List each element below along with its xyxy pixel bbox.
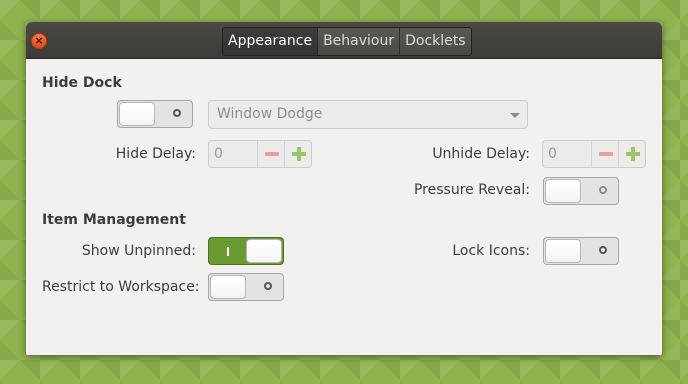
plus-icon-stem <box>296 147 301 161</box>
hide-dock-heading: Hide Dock <box>42 75 122 91</box>
tab-bar: Appearance Behaviour Docklets <box>222 27 472 56</box>
hide-delay-value[interactable]: 0 <box>209 141 258 167</box>
off-indicator-icon <box>264 282 272 290</box>
off-indicator-icon <box>599 246 607 254</box>
tab-docklets[interactable]: Docklets <box>400 28 471 55</box>
hide-delay-increment-button[interactable] <box>285 141 311 167</box>
restrict-workspace-switch[interactable] <box>208 273 284 301</box>
minus-icon <box>264 152 279 156</box>
titlebar: × Appearance Behaviour Docklets <box>26 22 662 59</box>
close-icon[interactable]: × <box>31 33 47 49</box>
restrict-workspace-label: Restrict to Workspace: <box>42 279 200 295</box>
off-indicator-icon <box>599 186 607 194</box>
hide-mode-select[interactable]: Window Dodge <box>208 100 528 129</box>
hide-delay-spinner[interactable]: 0 <box>208 140 312 168</box>
lock-icons-label: Lock Icons: <box>452 243 530 259</box>
off-indicator-icon <box>173 109 181 117</box>
switch-knob <box>545 179 581 203</box>
unhide-delay-spinner[interactable]: 0 <box>542 140 646 168</box>
pressure-reveal-switch[interactable] <box>543 177 619 205</box>
hide-mode-value: Window Dodge <box>217 106 323 122</box>
tab-appearance[interactable]: Appearance <box>223 28 319 55</box>
hide-delay-decrement-button[interactable] <box>258 141 285 167</box>
switch-knob <box>210 275 246 299</box>
unhide-delay-decrement-button[interactable] <box>592 141 619 167</box>
show-unpinned-switch[interactable] <box>208 237 284 265</box>
plus-icon-stem <box>630 147 635 161</box>
show-unpinned-label: Show Unpinned: <box>81 243 196 259</box>
unhide-delay-value[interactable]: 0 <box>543 141 592 167</box>
switch-knob <box>545 239 581 263</box>
hide-delay-label: Hide Delay: <box>115 146 196 162</box>
lock-icons-switch[interactable] <box>543 237 619 265</box>
unhide-delay-label: Unhide Delay: <box>432 146 530 162</box>
tab-behaviour[interactable]: Behaviour <box>318 28 401 55</box>
switch-knob <box>119 102 155 126</box>
switch-knob <box>246 239 282 263</box>
unhide-delay-increment-button[interactable] <box>619 141 645 167</box>
chevron-down-icon <box>510 113 520 118</box>
on-indicator-icon <box>227 247 229 256</box>
hide-dock-switch[interactable] <box>117 100 193 128</box>
pressure-reveal-label: Pressure Reveal: <box>413 182 530 198</box>
minus-icon <box>598 152 613 156</box>
item-management-heading: Item Management <box>42 212 186 228</box>
preferences-window: × Appearance Behaviour Docklets Hide Doc… <box>26 22 662 355</box>
